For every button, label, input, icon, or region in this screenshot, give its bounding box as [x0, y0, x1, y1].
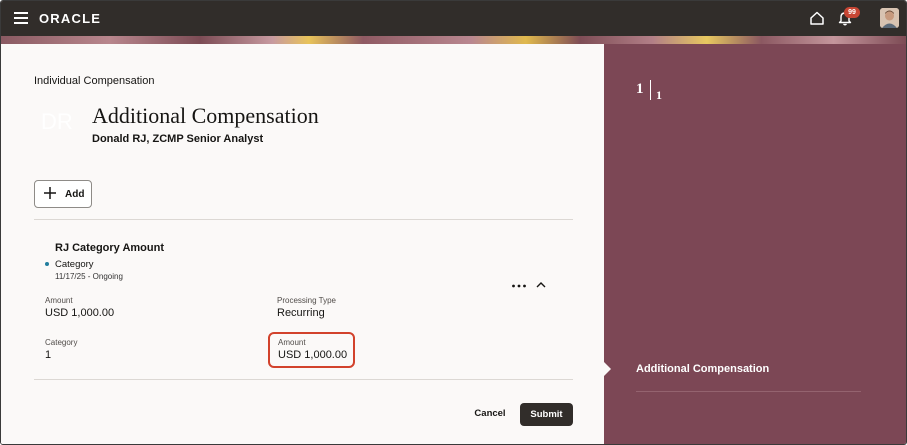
more-options-icon[interactable]: [511, 282, 527, 290]
brand-logo: ORACLE: [39, 11, 102, 26]
submit-button[interactable]: Submit: [520, 403, 573, 426]
amount-value: USD 1,000.00: [45, 307, 115, 319]
user-initials: DR: [41, 109, 73, 134]
processing-type-label: Processing Type: [277, 296, 336, 305]
divider: [34, 379, 573, 380]
category-label: Category: [45, 338, 78, 347]
step-total: 1: [656, 88, 662, 102]
section-title: Individual Compensation: [34, 75, 155, 87]
highlighted-amount-value: USD 1,000.00: [278, 349, 348, 361]
plus-icon: [44, 187, 56, 199]
highlighted-amount-label: Amount: [278, 338, 306, 347]
item-category-label: Category: [55, 259, 94, 270]
top-bar: ORACLE 99: [1, 1, 906, 36]
processing-type-value: Recurring: [277, 307, 325, 319]
app-window: ORACLE 99 Individual Compensation DR Add…: [0, 0, 907, 445]
page-title: Additional Compensation: [92, 103, 319, 128]
hamburger-icon[interactable]: [14, 12, 28, 24]
chevron-up-icon[interactable]: [535, 280, 547, 290]
bullet-dot: [45, 262, 49, 266]
item-dates: 11/17/25 - Ongoing: [55, 272, 123, 281]
home-icon[interactable]: [809, 10, 825, 26]
person-subtitle: Donald RJ, ZCMP Senior Analyst: [92, 133, 264, 145]
add-button[interactable]: Add: [34, 180, 92, 208]
step-divider: [636, 391, 861, 392]
guide-panel: 1 1 Additional Compensation: [604, 44, 906, 444]
item-title: RJ Category Amount: [55, 242, 164, 254]
main-panel: Individual Compensation DR Additional Co…: [1, 44, 604, 444]
add-button-label: Add: [65, 189, 85, 200]
category-value: 1: [45, 349, 52, 361]
amount-label: Amount: [45, 296, 73, 305]
decorative-banner: [1, 36, 906, 44]
cancel-button[interactable]: Cancel: [468, 403, 512, 425]
step-current: 1: [636, 81, 644, 97]
divider: [34, 219, 573, 220]
step-item-additional-compensation[interactable]: Additional Compensation: [636, 363, 769, 375]
avatar[interactable]: [880, 8, 899, 28]
step-separator: [650, 80, 651, 100]
current-step-pointer: [604, 362, 611, 376]
notification-badge: 99: [844, 7, 860, 18]
